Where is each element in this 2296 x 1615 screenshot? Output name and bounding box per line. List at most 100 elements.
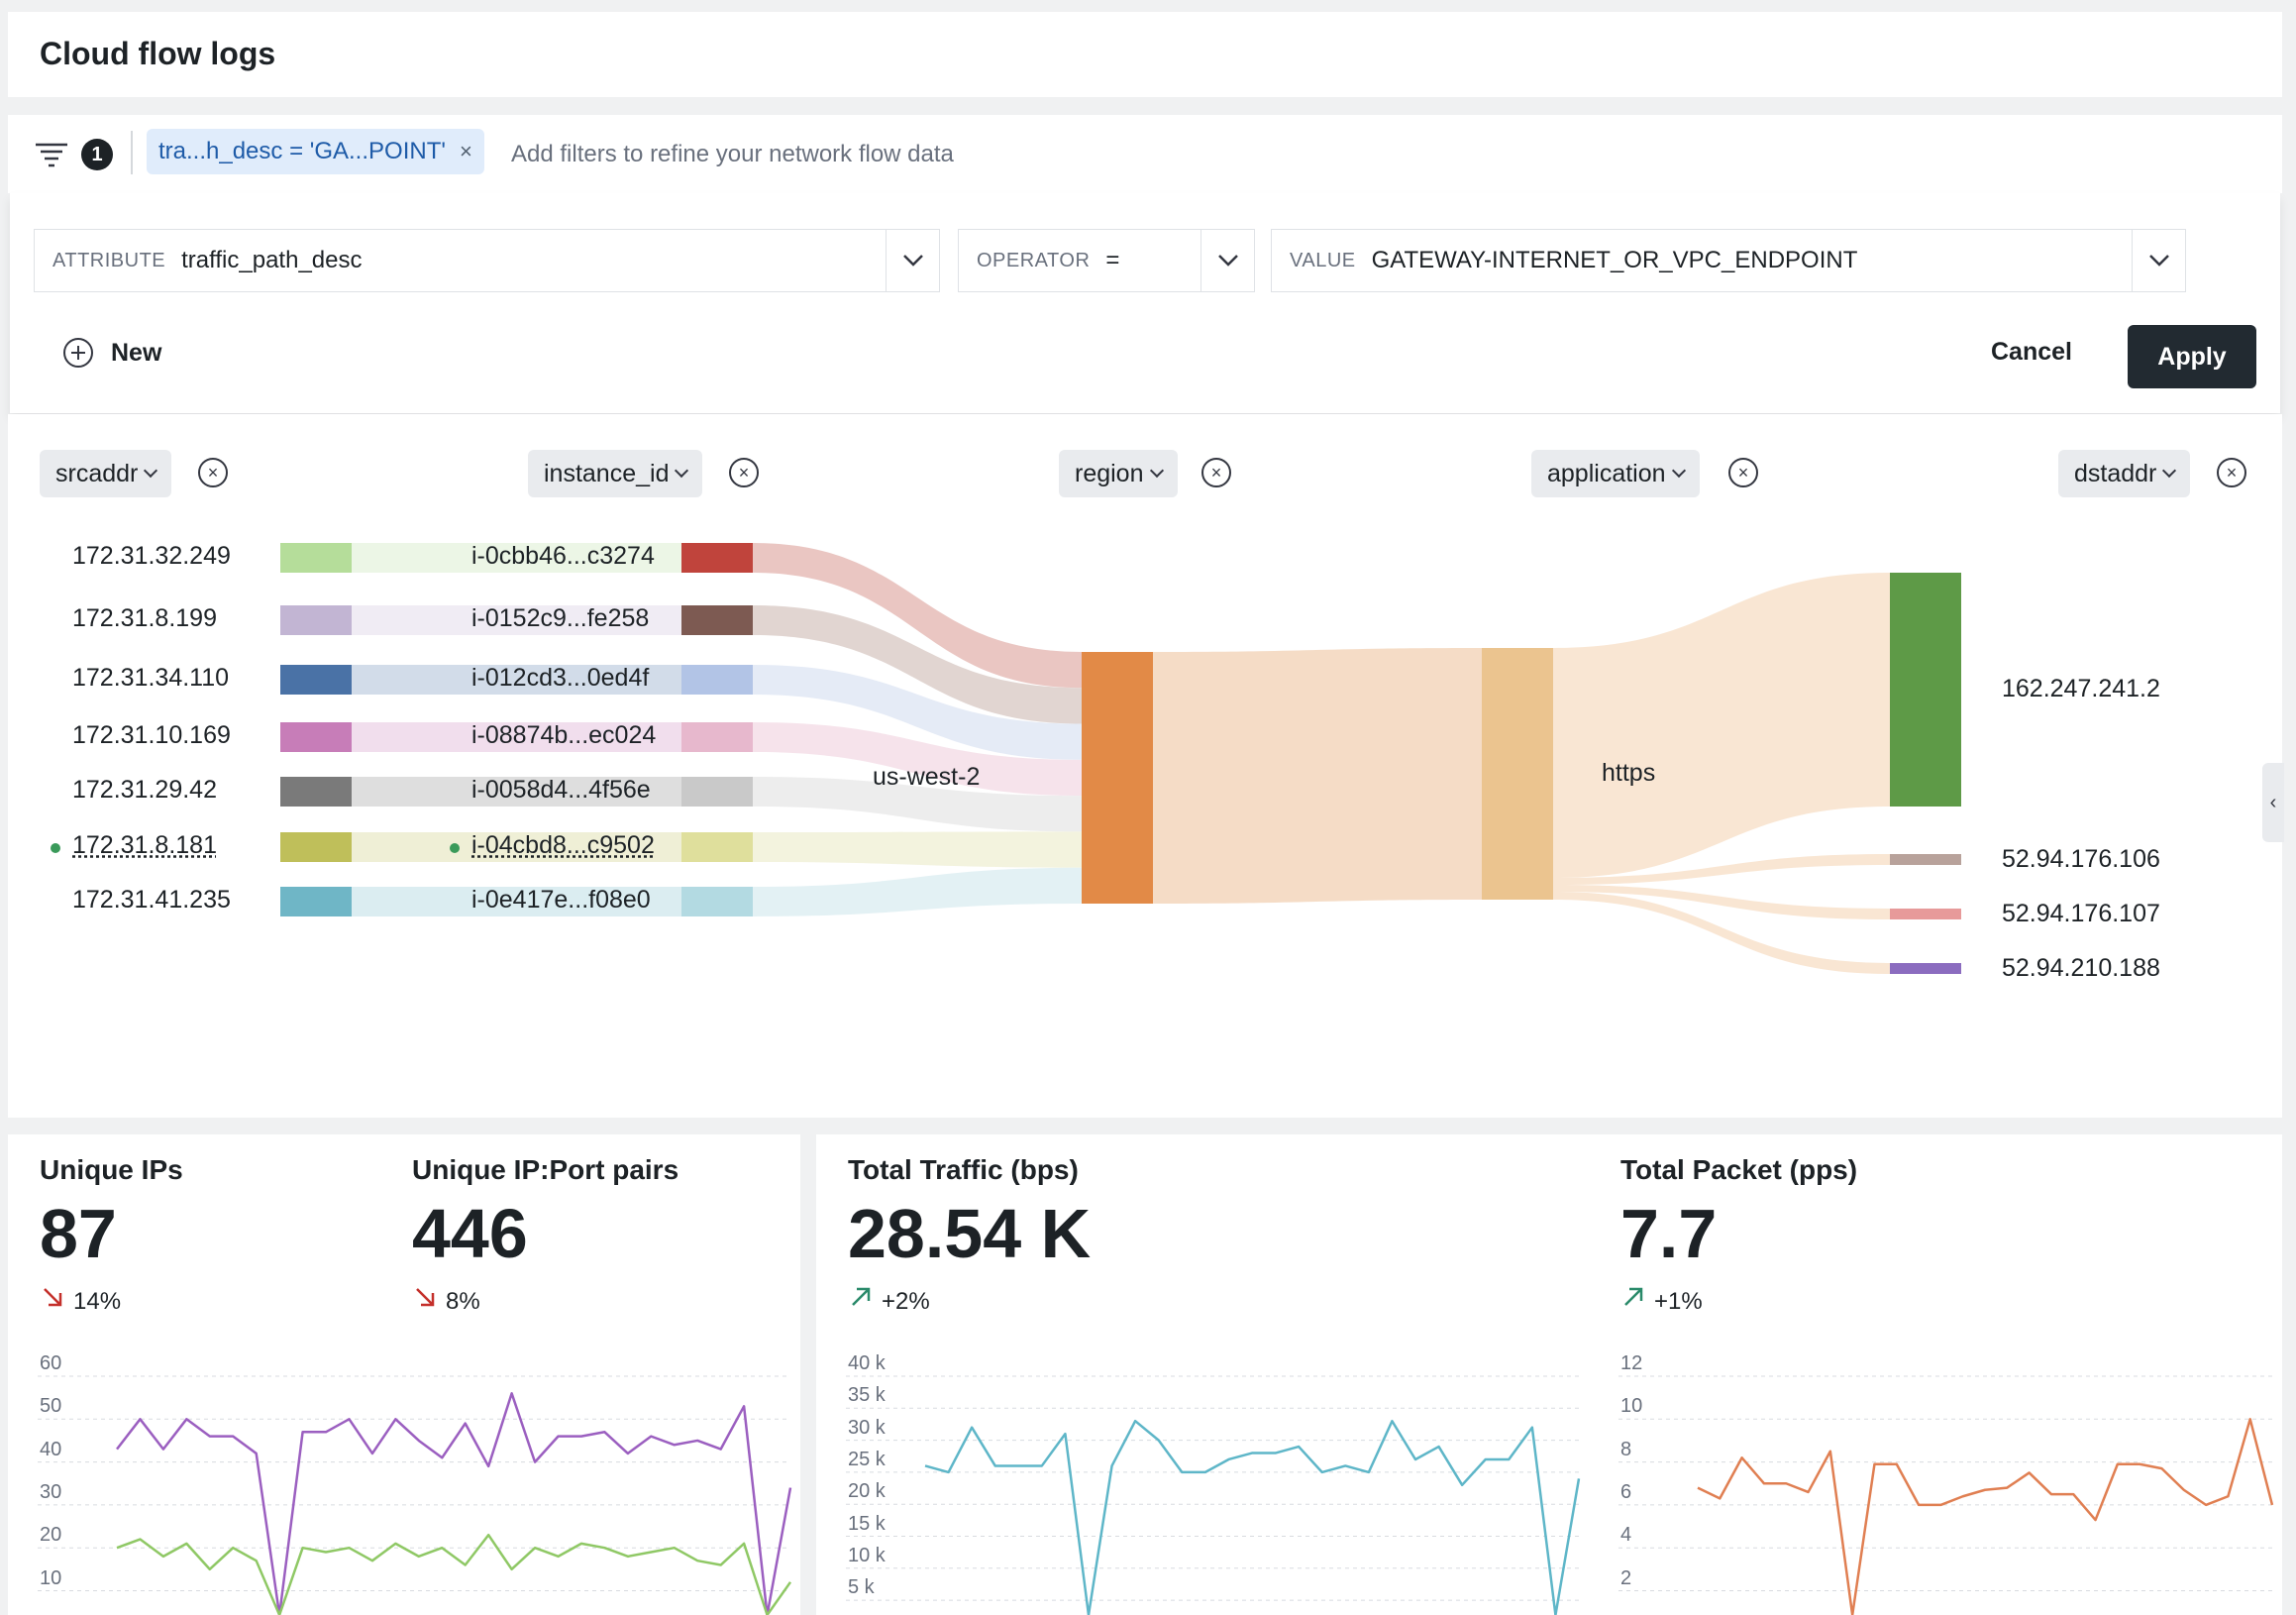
new-filter-button[interactable]: New bbox=[63, 338, 161, 368]
instance-node bbox=[681, 605, 753, 635]
metric-label: Unique IP:Port pairs bbox=[412, 1154, 679, 1185]
apply-button[interactable]: Apply bbox=[2128, 325, 2256, 388]
instance-node bbox=[681, 665, 753, 695]
srcaddr-label[interactable]: 172.31.32.249 bbox=[72, 542, 231, 571]
instance-node bbox=[681, 832, 753, 862]
metric-label: Unique IPs bbox=[40, 1154, 183, 1185]
application-node bbox=[1482, 648, 1553, 900]
srcaddr-node bbox=[280, 543, 352, 573]
metric-value: 446 bbox=[412, 1195, 528, 1272]
filter-icon[interactable] bbox=[34, 141, 69, 168]
instance-label[interactable]: i-08874b...ec024 bbox=[471, 721, 656, 750]
metric-trend: +1% bbox=[1620, 1285, 1703, 1316]
metric-trend-value: 14% bbox=[73, 1288, 122, 1315]
metric-trend-value: +1% bbox=[1654, 1288, 1703, 1315]
metric-value: 28.54 K bbox=[848, 1195, 1092, 1272]
series-line bbox=[116, 1533, 792, 1615]
metric-card-packet: Total Packet (pps) 7.7 +1% 12 10 8 6 4 2 bbox=[1589, 1134, 2282, 1615]
cancel-button[interactable]: Cancel bbox=[1991, 338, 2072, 367]
instance-label[interactable]: i-04cbd8...c9502 bbox=[450, 831, 655, 860]
operator-select[interactable]: OPERATOR = bbox=[958, 229, 1255, 292]
dstaddr-label[interactable]: 52.94.176.107 bbox=[2002, 900, 2160, 928]
metric-trend: 8% bbox=[412, 1285, 480, 1316]
status-dot bbox=[51, 843, 60, 853]
collapse-panel-icon[interactable]: ‹ bbox=[2262, 763, 2284, 842]
srcaddr-label[interactable]: 172.31.29.42 bbox=[72, 776, 217, 805]
metric-label: Total Packet (pps) bbox=[1620, 1154, 1858, 1185]
chevron-down-icon[interactable] bbox=[1200, 230, 1254, 291]
instance-label[interactable]: i-0cbb46...c3274 bbox=[471, 542, 655, 571]
trend-up-icon bbox=[852, 1287, 871, 1306]
sankey-panel: srcaddr × instance_id × region × applica… bbox=[8, 414, 2282, 1118]
instance-label[interactable]: i-0152c9...fe258 bbox=[471, 604, 649, 633]
sankey-flow bbox=[753, 867, 1082, 916]
dstaddr-node bbox=[1890, 573, 1961, 807]
instance-label[interactable]: i-0e417e...f08e0 bbox=[471, 886, 651, 915]
plus-circle-icon bbox=[63, 338, 93, 368]
dstaddr-node bbox=[1890, 909, 1961, 919]
line-chart-ips bbox=[38, 1375, 792, 1615]
instance-node bbox=[681, 777, 753, 807]
dstaddr-node bbox=[1890, 854, 1961, 865]
instance-label[interactable]: i-0058d4...4f56e bbox=[471, 776, 651, 805]
metric-card-traffic: Total Traffic (bps) 28.54 K +2% 40 k 35 k… bbox=[816, 1134, 1591, 1615]
metric-card-ips: Unique IPs 87 14% Unique IP:Port pairs 4… bbox=[8, 1134, 800, 1615]
new-label: New bbox=[111, 338, 162, 367]
value-select[interactable]: VALUE GATEWAY-INTERNET_OR_VPC_ENDPOINT bbox=[1271, 229, 2186, 292]
dstaddr-label[interactable]: 52.94.210.188 bbox=[2002, 954, 2160, 983]
filter-editor: ATTRIBUTE traffic_path_desc OPERATOR = V… bbox=[10, 193, 2280, 413]
application-label[interactable]: https bbox=[1602, 759, 1655, 788]
instance-node bbox=[681, 722, 753, 752]
metric-trend-value: 8% bbox=[446, 1288, 480, 1315]
sankey-flow bbox=[753, 831, 1082, 868]
header-panel: Cloud flow logs bbox=[8, 12, 2282, 97]
srcaddr-label[interactable]: 172.31.41.235 bbox=[72, 886, 231, 915]
srcaddr-node bbox=[280, 887, 352, 916]
instance-node bbox=[681, 543, 753, 573]
srcaddr-node bbox=[280, 722, 352, 752]
metric-trend: 14% bbox=[40, 1285, 121, 1316]
attribute-select[interactable]: ATTRIBUTE traffic_path_desc bbox=[34, 229, 940, 292]
line-chart-packet bbox=[1618, 1375, 2274, 1615]
srcaddr-node bbox=[280, 665, 352, 695]
series-line bbox=[116, 1392, 792, 1615]
attribute-value: traffic_path_desc bbox=[181, 247, 363, 273]
page-title: Cloud flow logs bbox=[40, 36, 276, 71]
close-icon[interactable]: × bbox=[460, 139, 472, 164]
operator-label: OPERATOR bbox=[977, 249, 1091, 271]
filter-count-badge: 1 bbox=[81, 139, 113, 170]
instance-label[interactable]: i-012cd3...0ed4f bbox=[471, 664, 649, 693]
divider bbox=[131, 131, 133, 174]
region-label[interactable]: us-west-2 bbox=[873, 763, 980, 792]
metric-label: Total Traffic (bps) bbox=[848, 1154, 1079, 1185]
dstaddr-node bbox=[1890, 963, 1961, 974]
filter-chip[interactable]: tra...h_desc = 'GA...POINT' × bbox=[147, 129, 484, 174]
dstaddr-label[interactable]: 52.94.176.106 bbox=[2002, 845, 2160, 874]
srcaddr-node bbox=[280, 605, 352, 635]
chevron-down-icon[interactable] bbox=[2132, 230, 2185, 291]
instance-node bbox=[681, 887, 753, 916]
srcaddr-label[interactable]: 172.31.34.110 bbox=[72, 664, 229, 693]
region-node bbox=[1082, 652, 1153, 904]
sankey-diagram bbox=[280, 543, 1961, 974]
value-label: VALUE bbox=[1290, 249, 1356, 271]
trend-down-icon bbox=[416, 1288, 435, 1307]
metric-trend-value: +2% bbox=[882, 1288, 930, 1315]
filter-input[interactable]: Add filters to refine your network flow … bbox=[511, 141, 954, 168]
series-line bbox=[1697, 1418, 2274, 1615]
operator-value: = bbox=[1105, 247, 1120, 273]
attribute-label: ATTRIBUTE bbox=[52, 249, 166, 271]
srcaddr-label[interactable]: 172.31.10.169 bbox=[72, 721, 231, 750]
dstaddr-label[interactable]: 162.247.241.2 bbox=[2002, 675, 2160, 703]
chevron-down-icon[interactable] bbox=[886, 230, 939, 291]
series-line bbox=[924, 1419, 1581, 1615]
sankey-flow bbox=[1553, 573, 1890, 878]
trend-up-icon bbox=[1624, 1287, 1643, 1306]
sankey-flow bbox=[1153, 648, 1482, 904]
srcaddr-label[interactable]: 172.31.8.199 bbox=[72, 604, 217, 633]
status-dot bbox=[450, 843, 460, 853]
srcaddr-label[interactable]: 172.31.8.181 bbox=[51, 831, 217, 860]
metric-value: 7.7 bbox=[1620, 1195, 1718, 1272]
metric-value: 87 bbox=[40, 1195, 117, 1272]
srcaddr-node bbox=[280, 777, 352, 807]
